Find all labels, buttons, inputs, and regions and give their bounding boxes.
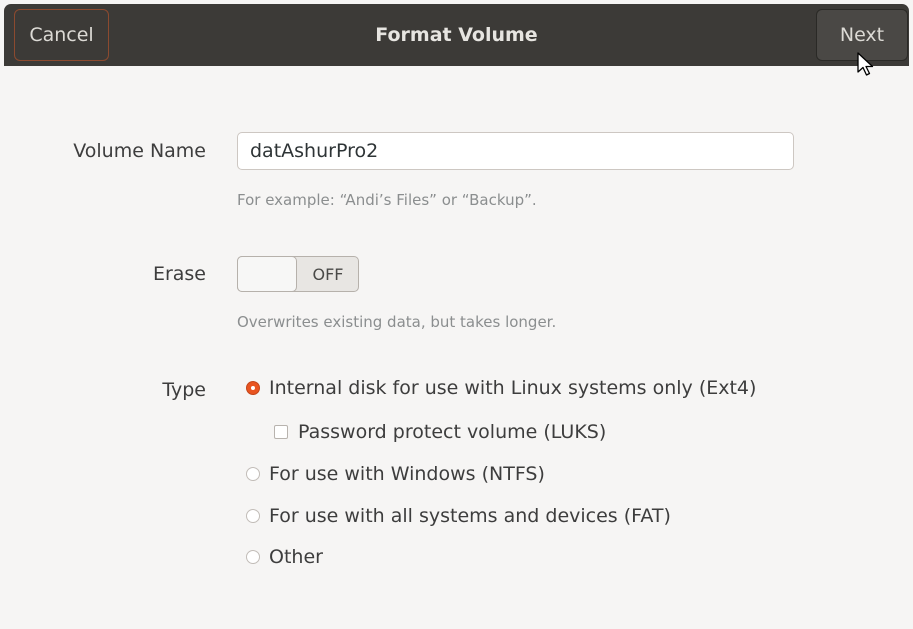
- radio-icon: [246, 550, 260, 564]
- luks-label: Password protect volume (LUKS): [298, 421, 607, 443]
- type-label: Type: [162, 379, 206, 401]
- cancel-button[interactable]: Cancel: [14, 9, 109, 61]
- erase-label: Erase: [152, 263, 206, 285]
- switch-knob: [237, 256, 297, 292]
- radio-icon: [246, 467, 260, 481]
- type-option-label: Internal disk for use with Linux systems…: [269, 377, 757, 399]
- mouse-pointer-icon: [857, 52, 874, 76]
- format-volume-dialog: Format Volume Cancel Next Volume Name Fo…: [4, 4, 909, 625]
- volume-name-label: Volume Name: [73, 140, 206, 162]
- type-option-other[interactable]: Other: [246, 546, 323, 568]
- type-option-ext4[interactable]: Internal disk for use with Linux systems…: [246, 377, 756, 399]
- dialog-title: Format Volume: [375, 24, 538, 46]
- header-bar: Format Volume Cancel Next: [4, 4, 909, 66]
- erase-hint: Overwrites existing data, but takes long…: [237, 313, 557, 331]
- type-option-label: For use with all systems and devices (FA…: [269, 505, 671, 527]
- volume-name-input[interactable]: [237, 132, 794, 170]
- type-option-fat[interactable]: For use with all systems and devices (FA…: [246, 505, 671, 527]
- luks-checkbox[interactable]: Password protect volume (LUKS): [274, 421, 606, 443]
- type-option-label: For use with Windows (NTFS): [269, 463, 545, 485]
- switch-state-label: OFF: [312, 264, 344, 284]
- radio-icon: [246, 509, 260, 523]
- erase-switch[interactable]: OFF: [237, 256, 359, 292]
- type-option-ntfs[interactable]: For use with Windows (NTFS): [246, 463, 545, 485]
- radio-selected-icon: [246, 381, 260, 395]
- volume-name-hint: For example: “Andi’s Files” or “Backup”.: [237, 191, 537, 209]
- type-option-label: Other: [269, 546, 323, 568]
- checkbox-icon: [274, 425, 288, 439]
